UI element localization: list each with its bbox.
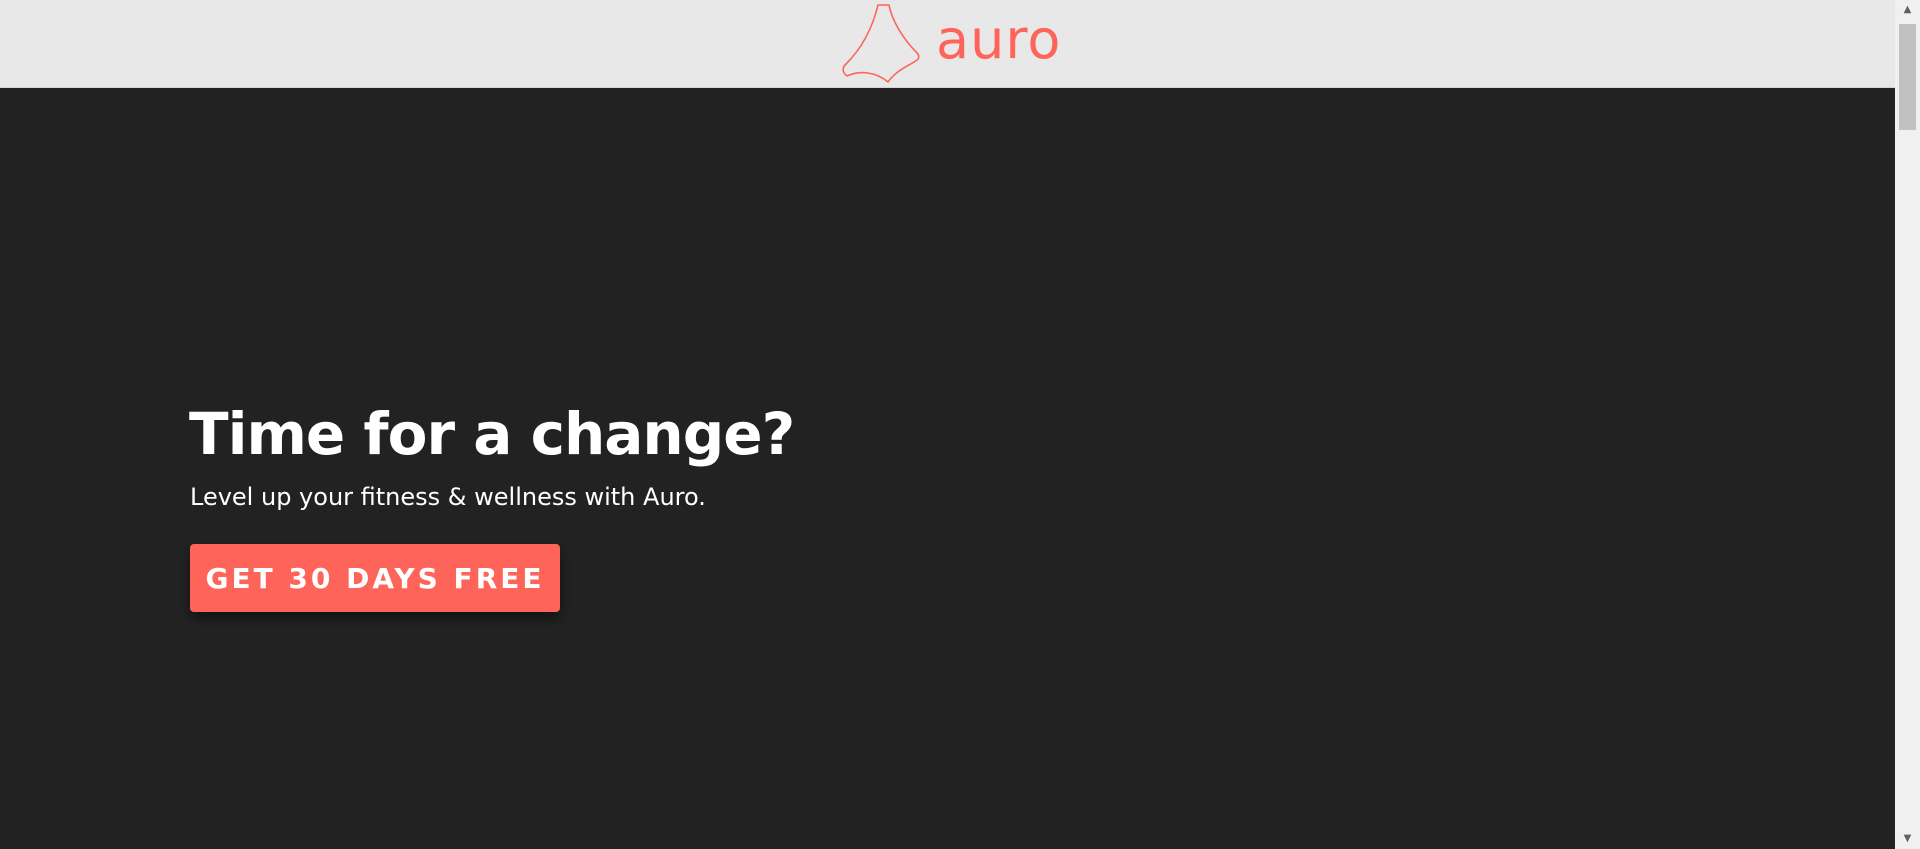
logo-text: auro <box>936 8 1062 71</box>
hero-title: Time for a change? <box>189 400 795 468</box>
get-30-days-free-button[interactable]: GET 30 DAYS FREE <box>190 544 560 612</box>
scroll-up-arrow-icon[interactable]: ▲ <box>1895 0 1920 20</box>
page: auro Time for a change? Level up your fi… <box>0 0 1920 849</box>
scroll-down-arrow-icon[interactable]: ▼ <box>1895 829 1920 849</box>
scrollbar-thumb[interactable] <box>1899 24 1916 130</box>
hero-subtitle: Level up your fitness & wellness with Au… <box>190 483 706 511</box>
auro-logo-link[interactable]: auro <box>840 2 1061 84</box>
hero-section: Time for a change? Level up your fitness… <box>0 88 1895 849</box>
top-header: auro <box>0 0 1895 88</box>
vertical-scrollbar[interactable]: ▲ ▼ <box>1895 0 1920 849</box>
auro-triangle-logo-icon <box>842 4 920 83</box>
